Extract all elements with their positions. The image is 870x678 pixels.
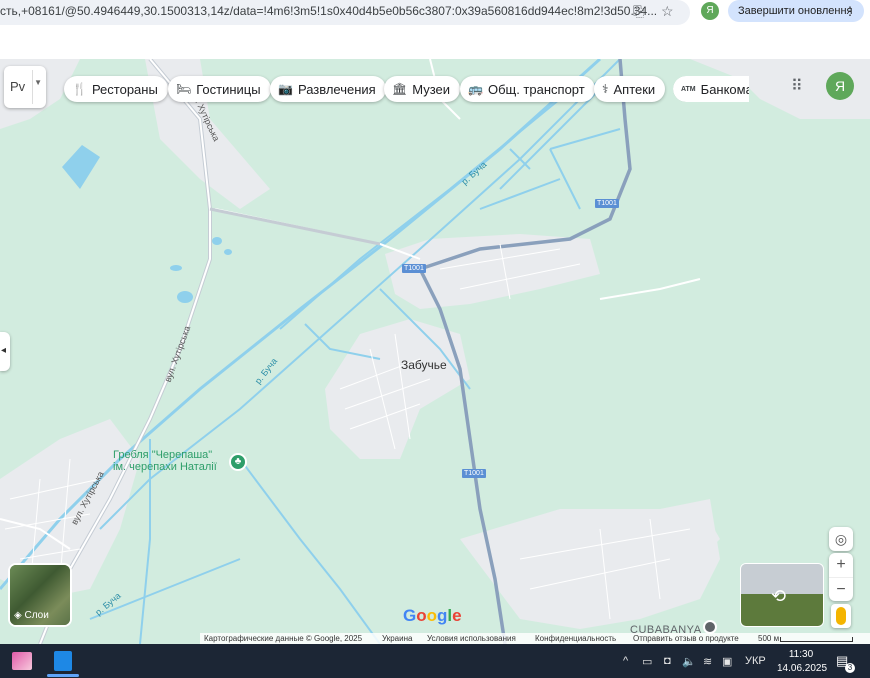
chip-transit[interactable]: 🚌 Общ. транспорт bbox=[460, 76, 595, 102]
country-link[interactable]: Украина bbox=[382, 634, 412, 643]
chip-restaurants[interactable]: 🍴 Рестораны bbox=[64, 76, 168, 102]
zoom-in-button[interactable]: + bbox=[829, 553, 853, 577]
scale-label[interactable]: 500 м bbox=[758, 634, 779, 643]
input-tools-selector[interactable]: Рv ▼ bbox=[4, 66, 46, 108]
chip-atm-clip: ATM Банкоматы bbox=[673, 76, 749, 102]
language-indicator[interactable]: УКР bbox=[745, 655, 766, 667]
road-connector bbox=[209, 207, 381, 246]
clock[interactable]: 11:30 14.06.2025 bbox=[777, 648, 828, 676]
urban-area-zabuchye bbox=[325, 319, 470, 459]
star-icon[interactable]: ☆ bbox=[661, 3, 674, 20]
camera-icon: 📷 bbox=[278, 82, 293, 96]
pond-4 bbox=[224, 249, 232, 255]
scale-bar bbox=[780, 637, 853, 642]
museum-icon: 🏛 bbox=[392, 82, 408, 96]
stream-south bbox=[239, 458, 381, 644]
side-panel-toggle[interactable]: ◂ bbox=[0, 332, 10, 371]
bed-icon: 🛏 bbox=[176, 82, 192, 96]
volume-icon[interactable]: 🔈 bbox=[682, 655, 696, 668]
pond-2 bbox=[212, 237, 222, 245]
chip-atm[interactable]: ATM Банкоматы bbox=[673, 76, 749, 102]
language-label: Рv bbox=[10, 79, 26, 94]
road-east-minor bbox=[599, 278, 701, 300]
pegman-icon[interactable] bbox=[831, 604, 851, 628]
poi-dam-line2: ім. черепахи Наталії bbox=[113, 461, 217, 473]
caret-down-icon[interactable]: ▼ bbox=[34, 78, 42, 87]
browser-profile-avatar[interactable]: Я bbox=[701, 2, 719, 20]
chip-label: Общ. транспорт bbox=[487, 81, 585, 97]
zoom-control: + − bbox=[829, 553, 853, 601]
map-canvas[interactable]: Забучье р. Буча р. Буча р. Буча вул. Хут… bbox=[0, 59, 870, 644]
layers-text: Слои bbox=[24, 610, 49, 621]
attribution-bar: Картографические данные © Google, 2025 У… bbox=[200, 633, 870, 644]
privacy-link[interactable]: Конфиденциальность bbox=[535, 634, 616, 643]
chip-label: Банкоматы bbox=[700, 81, 749, 97]
atm-icon: ATM bbox=[681, 85, 696, 93]
account-avatar[interactable]: Я bbox=[826, 72, 854, 100]
village-label[interactable]: Забучье bbox=[401, 358, 447, 372]
taskbar bbox=[0, 644, 870, 678]
pegman-figure bbox=[836, 607, 846, 625]
street-view-thumbnail[interactable]: ⟲ bbox=[740, 563, 824, 627]
zoom-out-button[interactable]: − bbox=[829, 577, 853, 602]
road-shield-1: T1001 bbox=[595, 199, 619, 208]
install-app-icon[interactable]: ⎘ bbox=[633, 3, 644, 20]
apps-grid-icon[interactable]: ⠿ bbox=[791, 76, 809, 95]
pharmacy-icon: ⚕ bbox=[602, 82, 609, 96]
notification-badge: 3 bbox=[845, 663, 855, 673]
url-text[interactable]: сть,+08161/@50.4946449,30.1500313,14z/da… bbox=[0, 4, 657, 18]
rotate-360-icon: ⟲ bbox=[771, 586, 787, 606]
active-app-indicator bbox=[47, 674, 79, 677]
layers-button[interactable]: ◈ Слои bbox=[8, 563, 72, 627]
more-vert-icon[interactable]: ⋮ bbox=[844, 0, 856, 22]
layers-icon: ◈ bbox=[14, 610, 22, 621]
park-pin-icon[interactable]: ♣ bbox=[229, 453, 247, 471]
chip-entertainment[interactable]: 📷 Развлечения bbox=[270, 76, 386, 102]
wifi-icon[interactable]: ≋ bbox=[703, 655, 712, 668]
chip-pharmacies[interactable]: ⚕ Аптеки bbox=[594, 76, 666, 102]
document-app-icon[interactable] bbox=[54, 651, 72, 671]
screen-icon[interactable]: ▣ bbox=[722, 655, 732, 668]
road-shield-2: T1001 bbox=[402, 264, 426, 273]
chevron-left-icon: ◂ bbox=[1, 345, 7, 356]
camera-icon[interactable]: ◘ bbox=[664, 655, 671, 667]
paint-app-icon[interactable] bbox=[12, 652, 32, 670]
browser-toolbar: сть,+08161/@50.4946449,30.1500313,14z/da… bbox=[0, 0, 870, 30]
address-bar[interactable]: сть,+08161/@50.4946449,30.1500313,14z/da… bbox=[0, 0, 690, 25]
pond-large bbox=[62, 145, 100, 189]
chevron-up-icon[interactable]: ^ bbox=[623, 655, 628, 667]
chip-museums[interactable]: 🏛 Музеи bbox=[384, 76, 461, 102]
feedback-link[interactable]: Отправить отзыв о продукте bbox=[633, 634, 739, 643]
battery-icon[interactable]: ▭ bbox=[642, 655, 652, 668]
chip-label: Аптеки bbox=[613, 81, 656, 97]
my-location-button[interactable]: ◎ bbox=[829, 527, 853, 551]
chip-label: Развлечения bbox=[297, 81, 376, 97]
google-logo: Google bbox=[403, 606, 462, 625]
chip-hotels[interactable]: 🛏 Гостиницы bbox=[168, 76, 271, 102]
road-shield-3: T1001 bbox=[462, 469, 486, 478]
language-separator bbox=[32, 70, 33, 104]
poi-dam-line1: Гребля "Черепаша" bbox=[113, 449, 213, 461]
chip-label: Рестораны bbox=[91, 81, 158, 97]
map-graphics bbox=[0, 59, 870, 644]
canal-grid bbox=[479, 128, 621, 210]
pond-1 bbox=[177, 291, 193, 303]
finish-update-button[interactable]: Завершити оновлення ⋮ bbox=[728, 0, 864, 22]
canal-7 bbox=[89, 558, 241, 620]
terms-link[interactable]: Условия использования bbox=[427, 634, 516, 643]
poi-dam-label[interactable]: Гребля "Черепаша" ім. черепахи Наталії bbox=[113, 449, 217, 473]
crosshair-icon: ◎ bbox=[834, 531, 848, 547]
browser-content-gap bbox=[0, 30, 870, 59]
layers-label: ◈ Слои bbox=[14, 610, 49, 621]
chip-label: Музеи bbox=[412, 81, 451, 97]
business-pin-icon[interactable] bbox=[703, 620, 717, 634]
clock-date: 14.06.2025 bbox=[777, 663, 828, 674]
chip-label: Гостиницы bbox=[196, 81, 261, 97]
finish-update-label: Завершити оновлення bbox=[738, 5, 853, 17]
bus-icon: 🚌 bbox=[468, 82, 483, 96]
fork-knife-icon: 🍴 bbox=[72, 82, 87, 96]
clock-time: 11:30 bbox=[788, 649, 814, 660]
pond-3 bbox=[170, 265, 182, 271]
copyright-text: Картографические данные © Google, 2025 bbox=[204, 634, 363, 643]
